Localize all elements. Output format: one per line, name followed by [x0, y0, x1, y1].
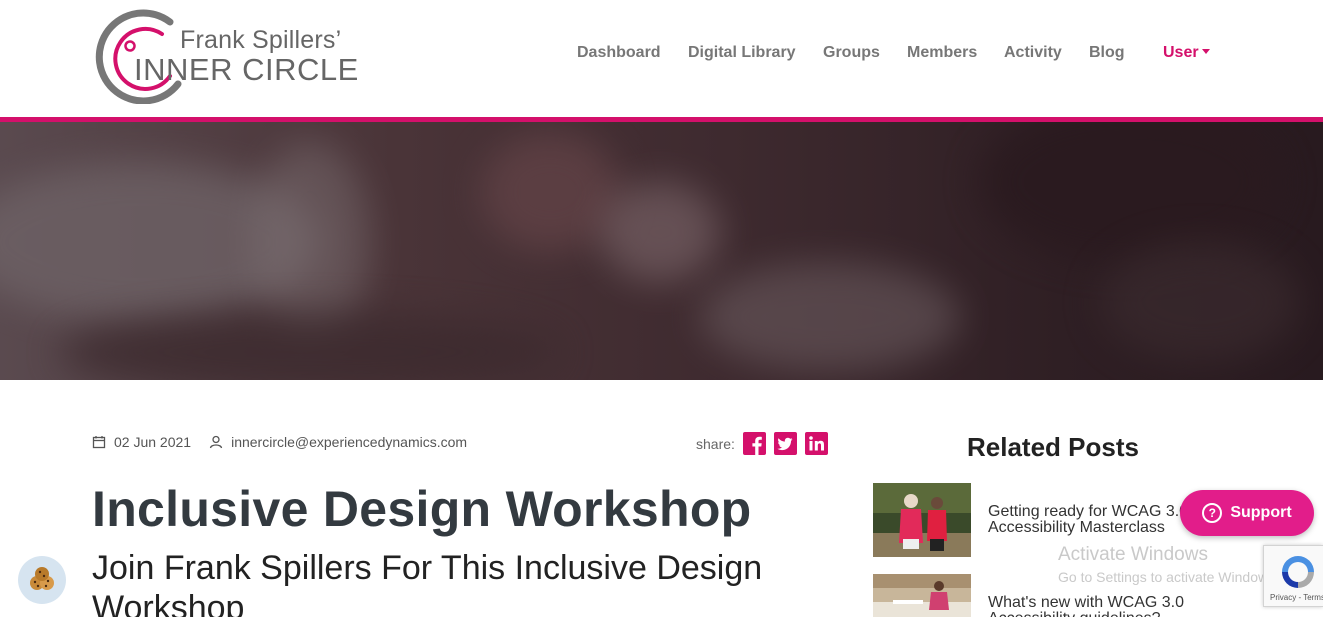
support-label: Support — [1230, 504, 1292, 521]
post-title: Inclusive Design Workshop — [92, 481, 752, 537]
related-posts-heading: Related Posts — [967, 432, 1139, 462]
recaptcha-icon — [1282, 556, 1314, 588]
nav-digital-library[interactable]: Digital Library — [688, 44, 796, 62]
nav-user-dropdown[interactable]: User — [1163, 44, 1210, 62]
caret-down-icon — [1201, 48, 1210, 54]
nav-members[interactable]: Members — [907, 44, 977, 62]
post-date: 02 Jun 2021 — [92, 434, 191, 450]
site-logo[interactable]: Frank Spillers’ INNER CIRCLE — [92, 6, 358, 104]
post-meta: 02 Jun 2021 innercircle@experiencedynami… — [92, 434, 467, 450]
related-post-thumbnail[interactable] — [873, 574, 971, 617]
activate-windows-watermark: Activate Windows — [1058, 544, 1208, 565]
site-header: Frank Spillers’ INNER CIRCLE Dashboard D… — [0, 0, 1323, 117]
facebook-icon[interactable] — [742, 432, 766, 455]
help-icon: ? — [1202, 503, 1223, 523]
share-bar: share: — [696, 432, 828, 455]
user-icon — [209, 435, 223, 449]
logo-text-frank-spillers: Frank Spillers’ — [180, 26, 342, 54]
activate-windows-hint: Go to Settings to activate Windows. — [1058, 569, 1279, 585]
nav-blog[interactable]: Blog — [1089, 44, 1125, 62]
post-author-text: innercircle@experiencedynamics.com — [231, 434, 468, 450]
twitter-icon[interactable] — [773, 432, 797, 455]
linkedin-icon[interactable] — [804, 432, 828, 455]
cookie-icon — [30, 567, 54, 590]
post-author[interactable]: innercircle@experiencedynamics.com — [209, 434, 467, 450]
nav-user-label: User — [1163, 44, 1199, 61]
hero-banner-image — [0, 122, 1323, 380]
nav-dashboard[interactable]: Dashboard — [577, 44, 661, 62]
logo-text-inner-circle: INNER CIRCLE — [134, 52, 359, 87]
calendar-icon — [92, 436, 106, 449]
cookie-settings-button[interactable] — [18, 556, 66, 604]
post-subtitle: Join Frank Spillers For This Inclusive D… — [92, 549, 763, 617]
post-date-text: 02 Jun 2021 — [114, 434, 192, 450]
related-post-thumbnail[interactable] — [873, 483, 971, 557]
share-label: share: — [696, 435, 735, 452]
recaptcha-privacy-terms[interactable]: Privacy - Terms — [1270, 593, 1323, 602]
related-post-title[interactable]: What's new with WCAG 3.0 Accessibility g… — [988, 595, 1238, 617]
support-button[interactable]: ? Support — [1180, 490, 1314, 536]
nav-activity[interactable]: Activity — [1004, 44, 1062, 62]
recaptcha-badge[interactable]: Privacy - Terms — [1263, 545, 1323, 607]
nav-groups[interactable]: Groups — [823, 44, 880, 62]
